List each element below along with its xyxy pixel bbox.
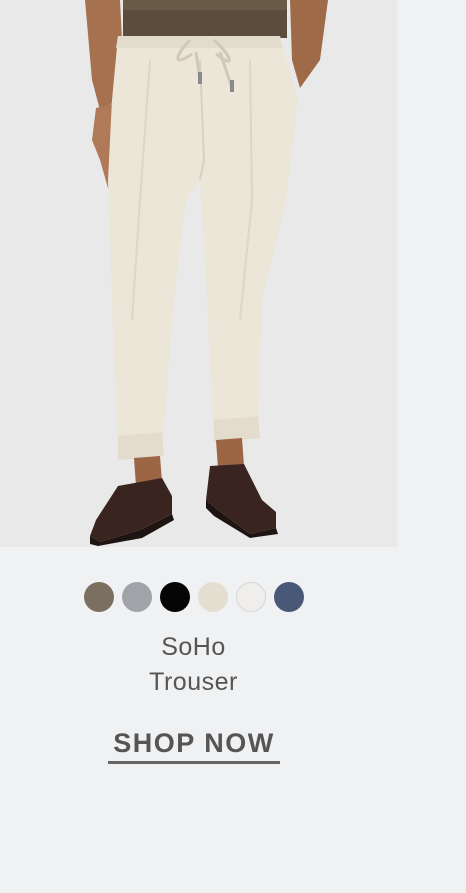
product-title-line2: Trouser [149, 668, 238, 696]
product-title[interactable]: SoHo Trouser [0, 630, 387, 700]
swatch-taupe[interactable] [83, 582, 114, 612]
swatch-off-white[interactable] [235, 582, 266, 612]
swatch-stone[interactable] [197, 582, 228, 612]
product-card: SoHo Trouser SHOP NOW [0, 0, 466, 893]
swatch-black[interactable] [159, 582, 190, 612]
color-swatches [0, 582, 387, 612]
product-image[interactable] [0, 0, 397, 547]
shop-now-link[interactable]: SHOP NOW [108, 728, 280, 764]
swatch-grey[interactable] [121, 582, 152, 612]
product-title-line1: SoHo [161, 633, 226, 661]
swatch-navy[interactable] [273, 582, 304, 612]
trouser-illustration [0, 0, 397, 547]
